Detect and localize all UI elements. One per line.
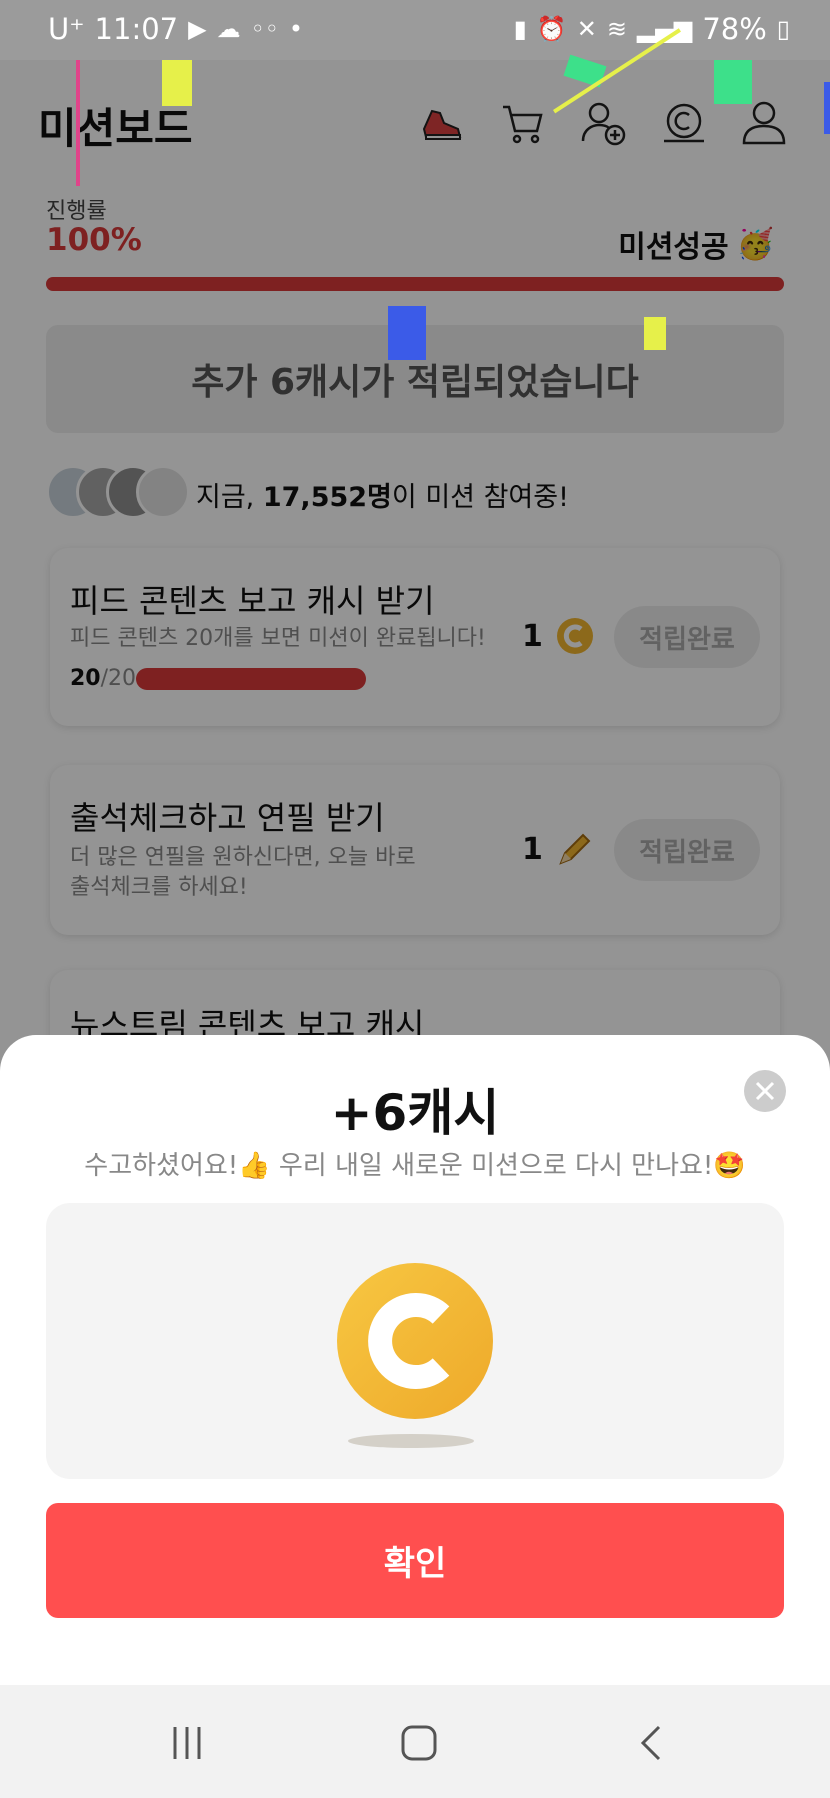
youtube-icon: ▶	[188, 15, 207, 43]
recent-apps-icon[interactable]	[162, 1718, 212, 1768]
wifi-icon: ≋	[606, 15, 627, 43]
confetti	[76, 60, 80, 186]
confetti	[162, 60, 192, 106]
confirm-button[interactable]: 확인	[46, 1503, 784, 1618]
coin-icon	[337, 1263, 493, 1419]
carrier-label: U⁺	[48, 12, 85, 46]
status-bar: U⁺ 11:07 ▶ ☁ ◦◦ • ▮ ⏰ ✕ ≋ ▂▄▆ 78% ▯	[0, 0, 830, 60]
confetti	[388, 306, 426, 360]
reward-title: +6캐시	[330, 1084, 500, 1142]
confetti	[714, 60, 752, 104]
mute-icon: ✕	[576, 15, 597, 43]
confetti	[644, 317, 666, 350]
cloud-icon: ☁	[216, 15, 241, 43]
confetti	[824, 82, 830, 134]
dot-icon: •	[288, 15, 304, 43]
battery-saver-icon: ▮	[513, 15, 527, 43]
home-icon[interactable]	[394, 1718, 444, 1768]
oo-icon: ◦◦	[250, 15, 279, 43]
coin-shadow	[348, 1434, 474, 1448]
status-time: 11:07	[94, 12, 179, 46]
back-icon[interactable]	[628, 1718, 678, 1768]
reward-message: 수고하셨어요!👍 우리 내일 새로운 미션으로 다시 만나요!🤩	[84, 1151, 746, 1181]
alarm-icon: ⏰	[536, 15, 567, 43]
battery-icon: ▯	[776, 15, 790, 43]
battery-level: 78%	[702, 12, 767, 46]
close-button[interactable]	[744, 1070, 786, 1112]
close-icon	[755, 1081, 775, 1101]
